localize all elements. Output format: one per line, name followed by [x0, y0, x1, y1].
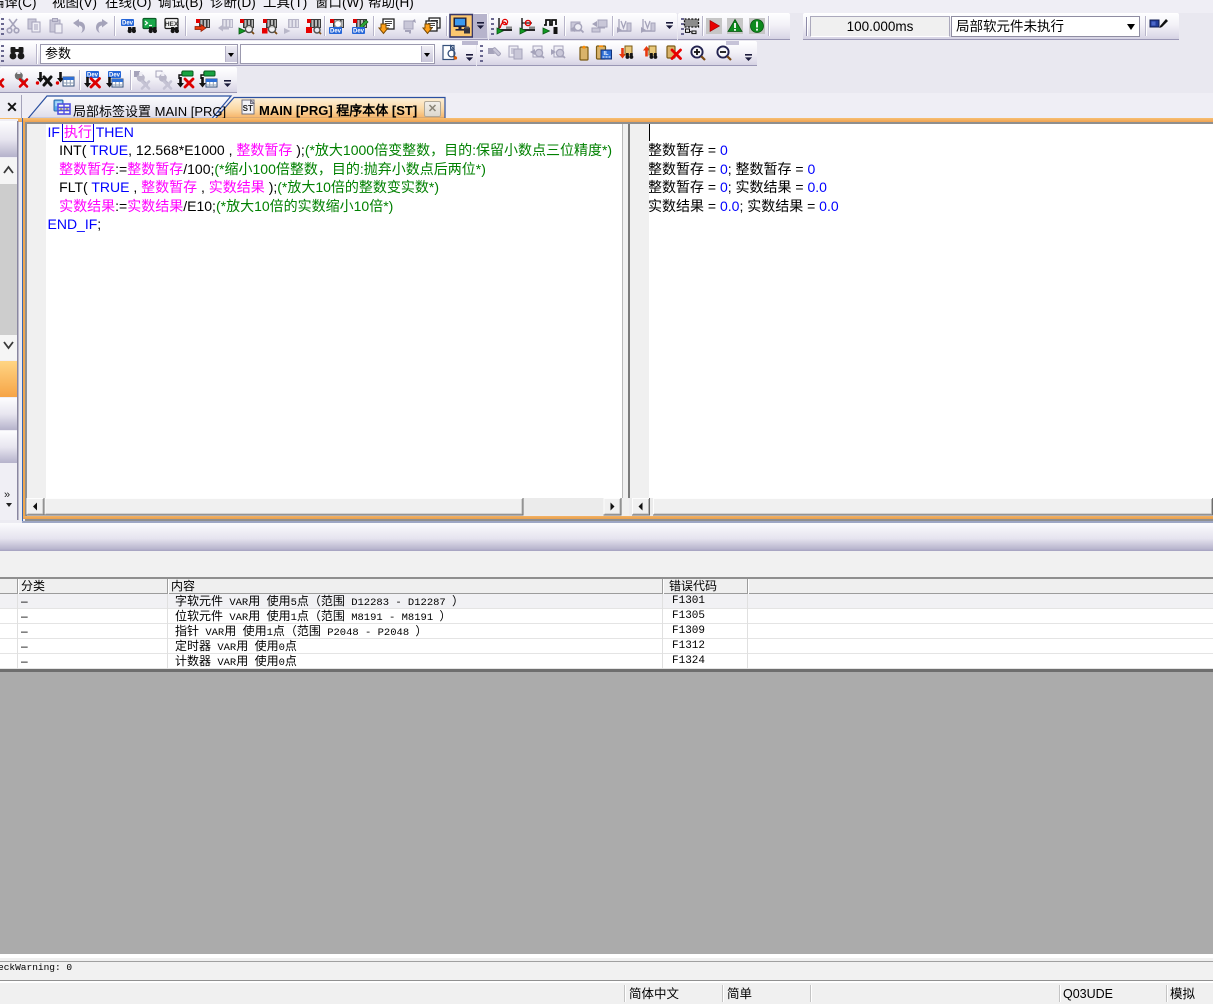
svg-text:»: »	[4, 489, 10, 501]
svg-text:Dev: Dev	[122, 21, 134, 27]
svg-text:Dev: Dev	[353, 29, 365, 35]
svg-text:HEX: HEX	[165, 21, 179, 28]
svg-text:IL: IL	[604, 51, 610, 57]
svg-text:Dev: Dev	[330, 29, 342, 35]
